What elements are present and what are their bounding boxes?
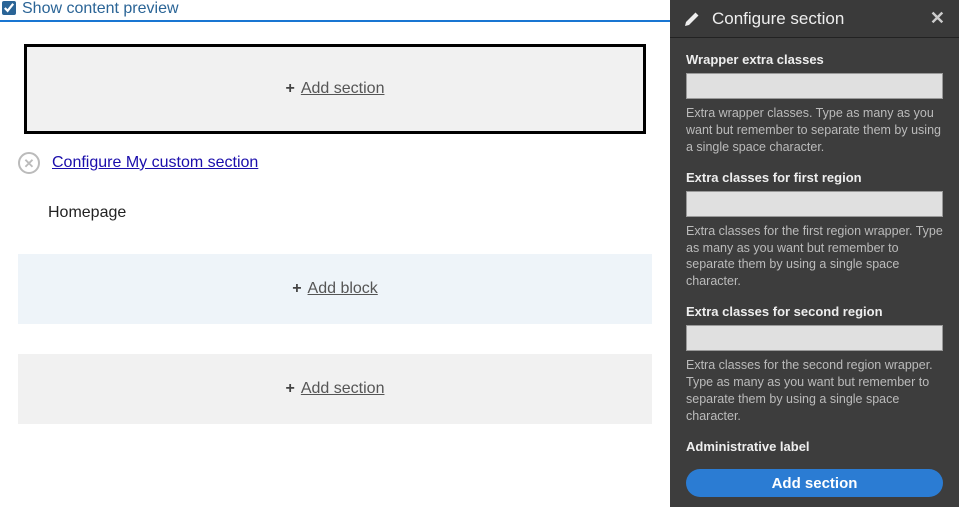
wrapper-extra-classes-field: Wrapper extra classes Extra wrapper clas… (686, 52, 943, 156)
administrative-label-field: Administrative label (686, 439, 943, 459)
section-config-row: ✕ Configure My custom section (18, 152, 652, 174)
show-content-preview-label[interactable]: Show content preview (22, 0, 179, 18)
panel-title: Configure section (712, 9, 930, 29)
second-region-classes-field: Extra classes for second region Extra cl… (686, 304, 943, 425)
panel-header: Configure section ✕ (670, 0, 959, 38)
panel-body: Wrapper extra classes Extra wrapper clas… (670, 38, 959, 459)
pencil-icon (684, 11, 700, 27)
show-content-preview-checkbox[interactable] (2, 1, 16, 15)
layout-area: + Add section ✕ Configure My custom sect… (0, 22, 670, 424)
plus-icon: + (286, 80, 295, 98)
add-section-label: Add section (301, 380, 385, 398)
close-icon: ✕ (24, 157, 35, 170)
add-block-row[interactable]: + Add block (18, 254, 652, 324)
plus-icon: + (292, 280, 301, 298)
configure-section-link[interactable]: Configure My custom section (52, 154, 258, 172)
field-label: Extra classes for first region (686, 170, 943, 185)
field-description: Extra classes for the second region wrap… (686, 357, 943, 425)
configure-section-panel: Configure section ✕ Wrapper extra classe… (670, 0, 959, 507)
first-region-classes-field: Extra classes for first region Extra cla… (686, 170, 943, 291)
content-preview-bar: Show content preview (0, 0, 670, 22)
panel-footer: Add section (670, 459, 959, 507)
first-region-classes-input[interactable] (686, 191, 943, 217)
layout-builder-main: Show content preview + Add section ✕ Con… (0, 0, 670, 507)
add-block-label: Add block (308, 280, 378, 298)
page-title: Homepage (48, 204, 652, 222)
remove-section-button[interactable]: ✕ (18, 152, 40, 174)
wrapper-extra-classes-input[interactable] (686, 73, 943, 99)
close-icon: ✕ (930, 8, 945, 28)
add-section-hero-label: Add section (301, 80, 385, 98)
field-label: Wrapper extra classes (686, 52, 943, 67)
second-region-classes-input[interactable] (686, 325, 943, 351)
field-label: Administrative label (686, 439, 943, 454)
field-description: Extra classes for the first region wrapp… (686, 223, 943, 291)
plus-icon: + (286, 380, 295, 398)
field-description: Extra wrapper classes. Type as many as y… (686, 105, 943, 156)
close-panel-button[interactable]: ✕ (930, 8, 945, 29)
add-section-row[interactable]: + Add section (18, 354, 652, 424)
add-section-hero[interactable]: + Add section (24, 44, 646, 134)
field-label: Extra classes for second region (686, 304, 943, 319)
add-section-submit-button[interactable]: Add section (686, 469, 943, 497)
